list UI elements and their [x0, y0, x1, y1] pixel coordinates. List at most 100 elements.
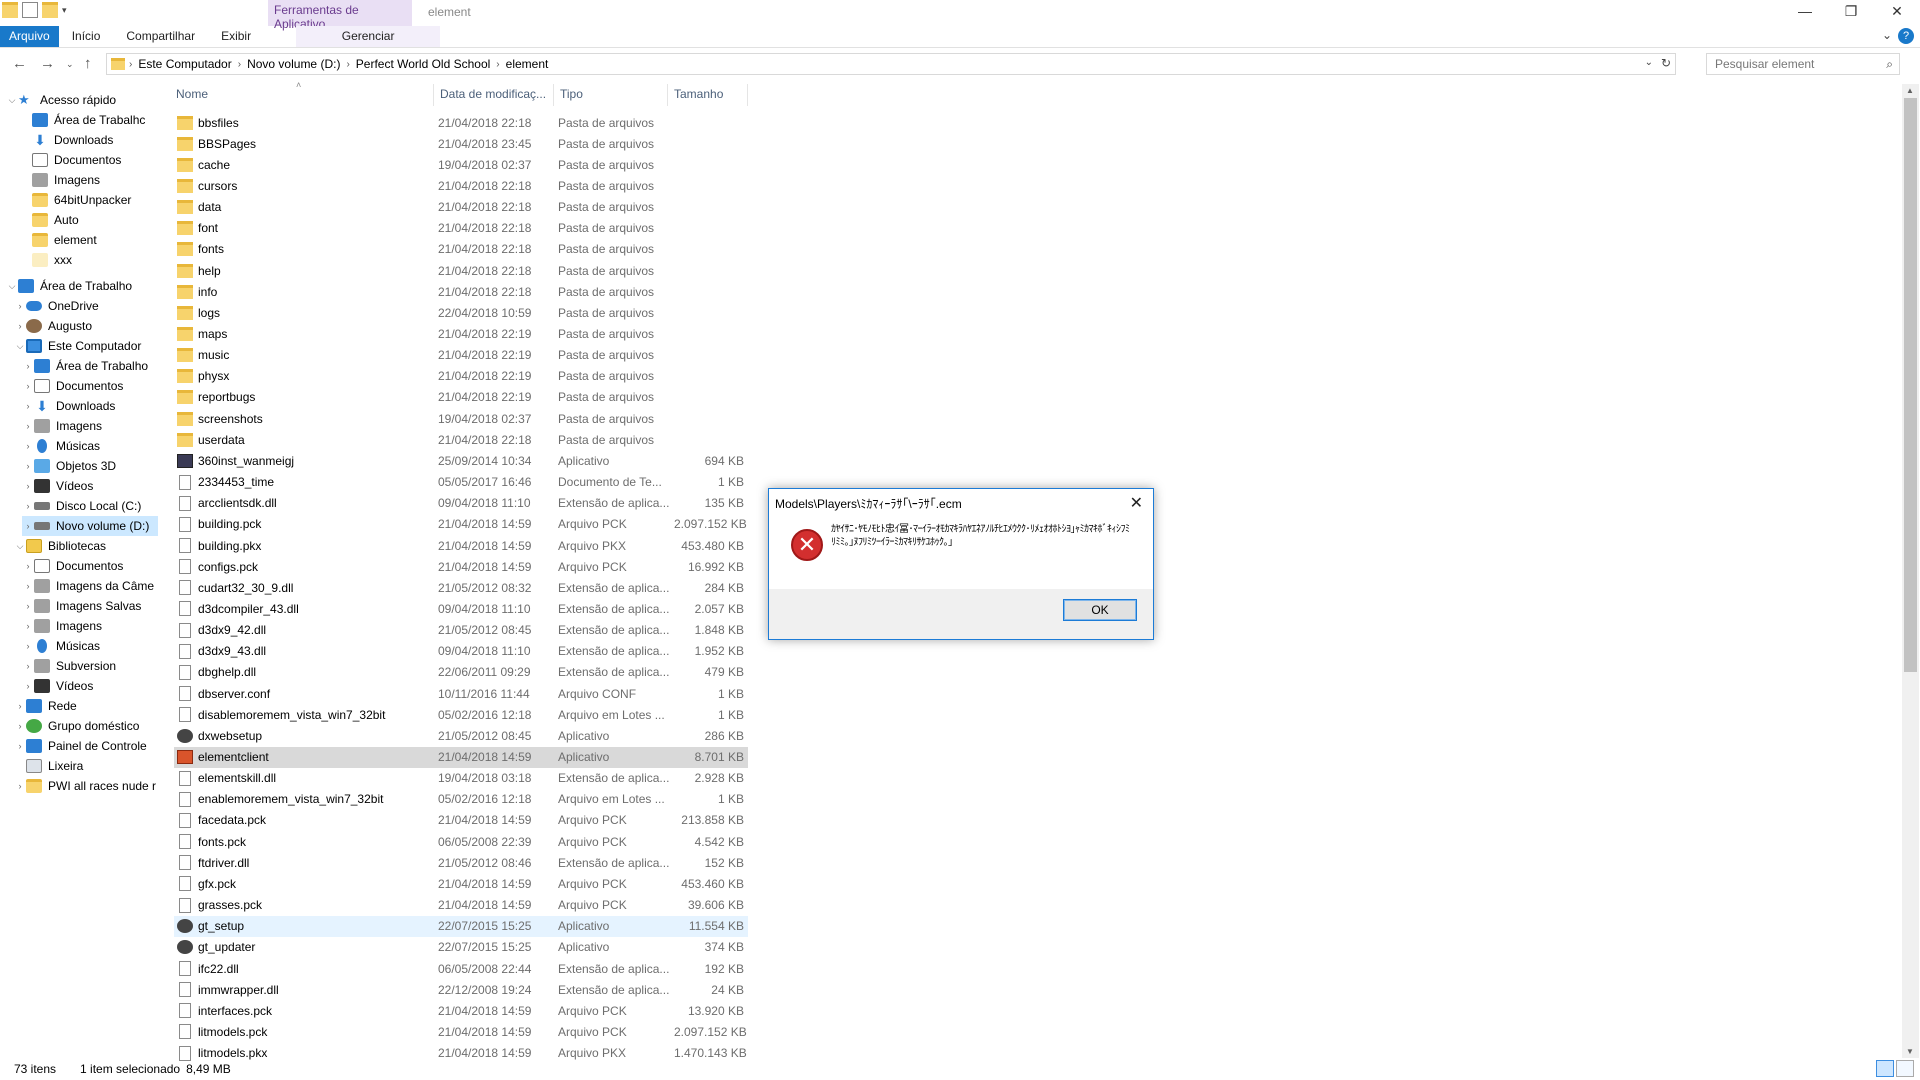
file-row[interactable]: ifc22.dll 06/05/2008 22:44 Extensão de apl…	[174, 958, 748, 979]
column-header-type[interactable]: Tipo	[554, 84, 668, 106]
sidebar-item-painel-de-controle[interactable]: › Painel de Controle	[14, 736, 147, 756]
chevron-down-icon[interactable]: ⌵	[14, 341, 26, 352]
sidebar-item-lixeira[interactable]: Lixeira	[14, 756, 83, 776]
file-row[interactable]: dbghelp.dll 22/06/2011 09:29 Extensão de a…	[174, 662, 748, 683]
file-row[interactable]: fonts.pck 06/05/2008 22:39 Arquivo PCK 4.54…	[174, 831, 748, 852]
file-row[interactable]: arcclientsdk.dll 09/04/2018 11:10 Extensão…	[174, 493, 748, 514]
sidebar-item-pc-documents[interactable]: › Documentos	[22, 376, 123, 396]
sidebar-item-novo-volume-d[interactable]: › Novo volume (D:)	[22, 516, 158, 536]
file-row[interactable]: dbserver.conf 10/11/2016 11:44 Arquivo CON…	[174, 683, 748, 704]
file-row[interactable]: info 21/04/2018 22:18 Pasta de arquivos	[174, 281, 748, 302]
forward-arrow-icon[interactable]: →	[40, 55, 55, 72]
file-row[interactable]: disablemoremem_vista_win7_32bit 05/02/201…	[174, 704, 748, 725]
file-row[interactable]: immwrapper.dll 22/12/2008 19:24 Extensão d…	[174, 979, 748, 1000]
file-row[interactable]: interfaces.pck 21/04/2018 14:59 Arquivo PC…	[174, 1000, 748, 1021]
breadcrumb-novo-volume[interactable]: Novo volume (D:)	[241, 57, 346, 71]
file-row[interactable]: enablemoremem_vista_win7_32bit 05/02/2016…	[174, 789, 748, 810]
ribbon-expand-icon[interactable]: ⌄	[1882, 28, 1892, 42]
sidebar-item-bibliotecas[interactable]: ⌵ Bibliotecas	[14, 536, 106, 556]
chevron-right-icon[interactable]: ›	[22, 561, 34, 571]
sidebar-item-lib-camera-images[interactable]: › Imagens da Câme	[22, 576, 154, 596]
sidebar-item-pwi-nude[interactable]: › PWI all races nude r	[14, 776, 156, 796]
chevron-right-icon[interactable]: ›	[22, 581, 34, 591]
chevron-right-icon[interactable]: ›	[22, 381, 34, 391]
close-button[interactable]: ✕	[1874, 0, 1920, 24]
sidebar-item-element[interactable]: element	[32, 230, 97, 250]
chevron-right-icon[interactable]: ›	[22, 401, 34, 411]
chevron-right-icon[interactable]: ›	[22, 661, 34, 671]
scrollbar-thumb[interactable]	[1904, 98, 1917, 672]
tab-inicio[interactable]: Início	[59, 26, 114, 47]
details-view-icon[interactable]	[1876, 1060, 1894, 1077]
file-row[interactable]: maps 21/04/2018 22:19 Pasta de arquivos	[174, 324, 748, 345]
sidebar-item-pc-downloads[interactable]: › ⬇ Downloads	[22, 396, 116, 416]
search-input[interactable]: Pesquisar element ⌕	[1706, 53, 1900, 75]
file-row[interactable]: ftdriver.dll 21/05/2012 08:46 Extensão de …	[174, 852, 748, 873]
file-row[interactable]: physx 21/04/2018 22:19 Pasta de arquivos	[174, 366, 748, 387]
file-row[interactable]: gt_setup 22/07/2015 15:25 Aplicativo 11.554…	[174, 915, 748, 937]
sidebar-item-pc-3d-objects[interactable]: › Objetos 3D	[22, 456, 116, 476]
sidebar-item-lib-videos[interactable]: › Vídeos	[22, 676, 93, 696]
chevron-right-icon[interactable]: ›	[22, 521, 34, 531]
file-row[interactable]: gfx.pck 21/04/2018 14:59 Arquivo PCK 453.46…	[174, 873, 748, 894]
qat-dropdown-icon[interactable]: ▾	[62, 5, 67, 16]
chevron-right-icon[interactable]: ›	[22, 501, 34, 511]
sidebar-item-lib-documents[interactable]: › Documentos	[22, 556, 123, 576]
sidebar-item-augusto[interactable]: › Augusto	[14, 316, 92, 336]
file-row[interactable]: building.pkx 21/04/2018 14:59 Arquivo PKX 4…	[174, 535, 748, 556]
chevron-right-icon[interactable]: ›	[14, 741, 26, 751]
sidebar-item-rede[interactable]: › Rede	[14, 696, 77, 716]
back-arrow-icon[interactable]: ←	[12, 55, 27, 72]
breadcrumb-este-computador[interactable]: Este Computador	[132, 57, 237, 71]
tab-compartilhar[interactable]: Compartilhar	[113, 26, 208, 47]
sidebar-item-pc-images[interactable]: › Imagens	[22, 416, 102, 436]
sidebar-item-disco-local-c[interactable]: › Disco Local (C:)	[22, 496, 142, 516]
column-header-date[interactable]: Data de modificaç...	[434, 84, 554, 106]
file-row[interactable]: data 21/04/2018 22:18 Pasta de arquivos	[174, 197, 748, 218]
file-row[interactable]: logs 22/04/2018 10:59 Pasta de arquivos	[174, 302, 748, 323]
file-row[interactable]: configs.pck 21/04/2018 14:59 Arquivo PCK 16…	[174, 556, 748, 577]
sidebar-item-lib-images[interactable]: › Imagens	[22, 616, 102, 636]
sidebar-item-quick-access[interactable]: ⌵ ★ Acesso rápido	[6, 90, 116, 110]
chevron-down-icon[interactable]: ⌵	[6, 281, 18, 292]
column-header-name[interactable]: Nome	[170, 84, 434, 106]
large-icons-view-icon[interactable]	[1896, 1060, 1914, 1077]
file-row[interactable]: BBSPages 21/04/2018 23:45 Pasta de arquivo…	[174, 133, 748, 154]
tab-gerenciar[interactable]: Gerenciar	[296, 26, 441, 47]
file-row[interactable]: d3dx9_43.dll 09/04/2018 11:10 Extensão de …	[174, 641, 748, 662]
file-row[interactable]: music 21/04/2018 22:19 Pasta de arquivos	[174, 345, 748, 366]
sidebar-item-lib-music[interactable]: › Músicas	[22, 636, 100, 656]
sidebar-item-images-pinned[interactable]: Imagens📌	[32, 170, 100, 190]
tab-exibir[interactable]: Exibir	[208, 26, 264, 47]
sidebar-item-64bitunpacker[interactable]: 64bitUnpacker	[32, 190, 131, 210]
file-row[interactable]: facedata.pck 21/04/2018 14:59 Arquivo PCK 2…	[174, 810, 748, 831]
file-row[interactable]: d3dx9_42.dll 21/05/2012 08:45 Extensão de …	[174, 620, 748, 641]
ok-button[interactable]: OK	[1063, 599, 1137, 621]
up-arrow-icon[interactable]: ↑	[84, 55, 92, 72]
sidebar-item-desktop-pinned[interactable]: Área de Trabalhc📌	[32, 110, 145, 130]
chevron-right-icon[interactable]: ›	[14, 301, 26, 311]
properties-icon[interactable]	[22, 2, 38, 18]
column-header-size[interactable]: Tamanho	[668, 84, 748, 106]
chevron-right-icon[interactable]: ›	[14, 781, 26, 791]
sidebar-item-auto[interactable]: Auto	[32, 210, 79, 230]
sidebar-item-pc-music[interactable]: › Músicas	[22, 436, 100, 456]
sidebar-item-lib-subversion[interactable]: › Subversion	[22, 656, 116, 676]
sidebar-item-pc-desktop[interactable]: › Área de Trabalho	[22, 356, 148, 376]
breadcrumb-element[interactable]: element	[500, 57, 555, 71]
file-row[interactable]: font 21/04/2018 22:18 Pasta de arquivos	[174, 218, 748, 239]
file-row[interactable]: cursors 21/04/2018 22:18 Pasta de arquivos	[174, 175, 748, 196]
file-row[interactable]: fonts 21/04/2018 22:18 Pasta de arquivos	[174, 239, 748, 260]
new-folder-icon[interactable]	[42, 2, 58, 18]
file-row[interactable]: elementclient 21/04/2018 14:59 Aplicativo 8…	[174, 746, 748, 768]
sidebar-item-xxx[interactable]: xxx	[32, 250, 72, 270]
chevron-right-icon[interactable]: ›	[22, 681, 34, 691]
sidebar-item-downloads-pinned[interactable]: ⬇Downloads📌	[32, 130, 113, 150]
chevron-right-icon[interactable]: ›	[22, 481, 34, 491]
file-row[interactable]: cache 19/04/2018 02:37 Pasta de arquivos	[174, 154, 748, 175]
file-row[interactable]: reportbugs 21/04/2018 22:19 Pasta de arqui…	[174, 387, 748, 408]
sidebar-item-este-computador[interactable]: ⌵ Este Computador	[14, 336, 141, 356]
file-row[interactable]: bbsfiles 21/04/2018 22:18 Pasta de arquivo…	[174, 112, 748, 133]
file-row[interactable]: userdata 21/04/2018 22:18 Pasta de arquivo…	[174, 429, 748, 450]
file-row[interactable]: d3dcompiler_43.dll 09/04/2018 11:10 Extens…	[174, 598, 748, 619]
